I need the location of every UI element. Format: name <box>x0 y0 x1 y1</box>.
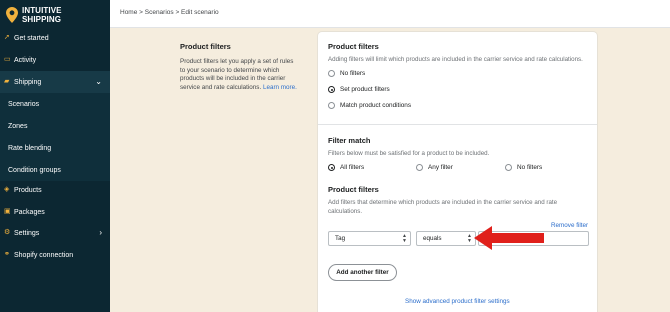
radio-set-product-filters[interactable]: Set product filters <box>328 86 390 93</box>
sidebar-item-label: Rate blending <box>8 144 52 152</box>
brand-logo[interactable]: INTUITIVE SHIPPING <box>6 5 106 27</box>
radio-button[interactable] <box>328 102 335 109</box>
chevron-down-icon: ⌄ <box>95 77 102 86</box>
radio-button[interactable] <box>505 164 512 171</box>
tag-icon: ◈ <box>4 186 10 193</box>
radio-label: No filters <box>517 164 543 171</box>
sidebar-item-condition-groups[interactable]: Condition groups <box>0 159 110 181</box>
brand-name: INTUITIVE SHIPPING <box>22 6 62 24</box>
show-advanced-settings-link[interactable]: Show advanced product filter settings <box>405 298 510 305</box>
divider <box>318 124 597 125</box>
gear-icon: ⚙ <box>4 229 11 236</box>
link-icon: ⚭ <box>4 251 10 258</box>
filter-operator-value: equals <box>423 235 442 242</box>
sidebar-item-get-started[interactable]: ➚ Get started <box>0 27 110 49</box>
radio-label: All filters <box>340 164 365 171</box>
rocket-icon: ➚ <box>4 34 10 41</box>
radio-label: No filters <box>340 70 366 77</box>
brand-line-1: INTUITIVE <box>22 6 62 15</box>
radio-button-selected[interactable] <box>328 164 335 171</box>
sidebar-item-activity[interactable]: ▭ Activity <box>0 49 110 71</box>
sidebar-item-label: Scenarios <box>8 100 40 108</box>
top-bar: Home > Scenarios > Edit scenario <box>110 0 670 28</box>
add-another-filter-button[interactable]: Add another filter <box>328 264 397 281</box>
sidebar-item-shopify-connection[interactable]: ⚭ Shopify connection <box>0 244 110 266</box>
radio-button-selected[interactable] <box>328 86 335 93</box>
learn-more-link[interactable]: Learn more. <box>263 84 297 91</box>
brand-line-2: SHIPPING <box>22 15 62 24</box>
remove-filter-link[interactable]: Remove filter <box>551 222 588 229</box>
product-filters-help: Adding filters will limit which products… <box>328 56 583 63</box>
sidebar-item-label: Shipping <box>14 78 42 86</box>
sidebar-item-shipping[interactable]: ▰ Shipping ⌄ <box>0 71 110 93</box>
sidebar-item-products[interactable]: ◈ Products <box>0 179 110 201</box>
radio-label: Set product filters <box>340 86 390 93</box>
radio-match-product-conditions[interactable]: Match product conditions <box>328 102 411 109</box>
radio-any-filter[interactable]: Any filter <box>416 164 453 171</box>
truck-icon: ▰ <box>4 78 10 85</box>
radio-all-filters[interactable]: All filters <box>328 164 364 171</box>
sidebar-item-label: Get started <box>14 34 49 42</box>
radio-no-filters[interactable]: No filters <box>328 70 365 77</box>
filters-section-title: Product filters <box>328 185 379 194</box>
select-caret-icon: ▲ ▼ <box>467 233 472 244</box>
breadcrumb[interactable]: Home > Scenarios > Edit scenario <box>120 9 219 16</box>
sidebar-item-label: Zones <box>8 122 28 130</box>
sidebar-item-packages[interactable]: ▣ Packages <box>0 201 110 223</box>
sidebar-item-label: Condition groups <box>8 166 61 174</box>
sidebar-item-rate-blending[interactable]: Rate blending <box>0 137 110 159</box>
select-caret-icon: ▲ ▼ <box>402 233 407 244</box>
activity-icon: ▭ <box>4 56 11 63</box>
product-filters-title: Product filters <box>328 42 379 51</box>
sidebar-item-label: Activity <box>14 56 37 64</box>
sidebar: INTUITIVE SHIPPING ➚ Get started ▭ Activ… <box>0 0 110 312</box>
filters-section-help: Add filters that determine which product… <box>328 199 558 215</box>
section-description: Product filters let you apply a set of r… <box>180 58 300 92</box>
filter-field-select[interactable]: Tag ▲ ▼ <box>328 231 411 246</box>
sidebar-item-label: Packages <box>14 208 45 216</box>
radio-no-filters-match[interactable]: No filters <box>505 164 542 171</box>
sidebar-item-label: Settings <box>14 229 40 237</box>
filter-operator-select[interactable]: equals ▲ ▼ <box>416 231 476 246</box>
sidebar-item-label: Shopify connection <box>14 251 74 259</box>
sidebar-item-label: Products <box>14 186 42 194</box>
radio-button[interactable] <box>328 70 335 77</box>
chevron-right-icon: › <box>99 228 102 237</box>
filter-field-value: Tag <box>335 235 346 242</box>
sidebar-item-settings[interactable]: ⚙ Settings › <box>0 222 110 244</box>
radio-label: Any filter <box>428 164 453 171</box>
sidebar-item-zones[interactable]: Zones <box>0 115 110 137</box>
radio-button[interactable] <box>416 164 423 171</box>
location-pin-icon <box>6 7 18 23</box>
section-title: Product filters <box>180 42 231 51</box>
sidebar-item-scenarios[interactable]: Scenarios <box>0 93 110 115</box>
red-arrow-annotation <box>474 226 544 250</box>
box-icon: ▣ <box>4 208 11 215</box>
radio-label: Match product conditions <box>340 102 412 109</box>
filter-match-help: Filters below must be satisfied for a pr… <box>328 150 490 157</box>
filter-match-title: Filter match <box>328 136 371 145</box>
